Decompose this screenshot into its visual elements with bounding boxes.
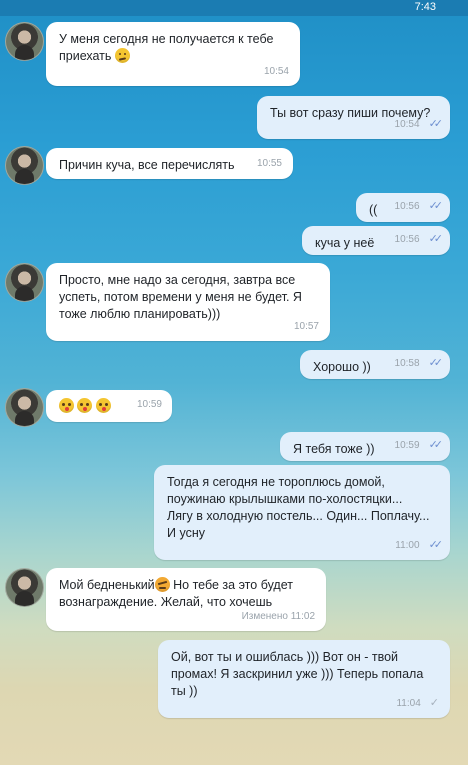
message-bubble-outgoing[interactable]: куча у неё 10:56 ✓✓: [302, 226, 450, 255]
message-time: 10:56 ✓✓: [395, 231, 444, 248]
message-time: 10:59: [136, 399, 162, 410]
message-bubble-outgoing[interactable]: Ой, вот ты и ошиблась ))) Вот он - твой …: [158, 640, 450, 718]
avatar[interactable]: [5, 146, 44, 185]
message-text: У меня сегодня не получается к тебе прие…: [59, 32, 274, 63]
message-bubble-incoming[interactable]: У меня сегодня не получается к тебе прие…: [46, 22, 300, 86]
message-time: 11:04 ✓: [396, 695, 439, 712]
kissing-face-emoji-icon: [95, 398, 111, 413]
message-time: 10:59 ✓✓: [395, 437, 444, 454]
message-text: куча у неё: [315, 236, 375, 250]
message-time: 10:56 ✓✓: [395, 198, 444, 215]
confused-emoji-icon: [114, 48, 130, 63]
message-text: Я тебя тоже )): [293, 442, 375, 456]
message-bubble-outgoing[interactable]: Ты вот сразу пиши почему? 10:54 ✓✓: [257, 96, 450, 139]
message-bubble-outgoing[interactable]: Тогда я сегодня не тороплюсь домой, поуж…: [154, 465, 450, 560]
double-check-icon: ✓✓: [428, 357, 444, 369]
double-check-icon: ✓✓: [428, 439, 444, 451]
message-text-line: Тогда я сегодня не тороплюсь домой,: [167, 475, 385, 489]
message-time: 10:58 ✓✓: [395, 355, 444, 372]
message-time: Изменено 11:02: [241, 611, 315, 622]
double-check-icon: ✓✓: [428, 118, 444, 130]
double-check-icon: ✓✓: [428, 233, 444, 245]
message-bubble-incoming[interactable]: Мой бедненький Но тебе за это будет возн…: [46, 568, 326, 631]
kissing-face-emoji-icon: [59, 398, 74, 413]
message-text-line: поужинаю крылышками по-холостяцки...: [167, 492, 403, 506]
message-time: 10:54: [263, 66, 289, 77]
kissing-face-emoji-icon: [77, 398, 93, 413]
message-text-part: Мой бедненький: [59, 578, 155, 592]
message-time: 10:57: [293, 321, 319, 332]
status-time: 7:43: [414, 1, 436, 13]
message-text: Просто, мне надо за сегодня, завтра все …: [59, 273, 302, 321]
message-bubble-outgoing[interactable]: Я тебя тоже )) 10:59 ✓✓: [280, 432, 450, 461]
double-check-icon: ✓✓: [428, 539, 444, 551]
message-bubble-incoming[interactable]: Просто, мне надо за сегодня, завтра все …: [46, 263, 330, 341]
message-time: 11:00 ✓✓: [395, 537, 444, 554]
status-bar: 7:43: [0, 0, 468, 16]
message-text-line: Лягу в холодную постель... Один... Попла…: [167, 509, 430, 523]
avatar[interactable]: [5, 568, 44, 607]
message-time: 10:55: [256, 158, 282, 169]
avatar[interactable]: [5, 263, 44, 302]
message-bubble-incoming[interactable]: 10:59: [46, 390, 172, 422]
message-bubble-outgoing[interactable]: (( 10:56 ✓✓: [356, 193, 450, 222]
message-text: Хорошо )): [313, 360, 371, 374]
message-text: Причин куча, все перечислять: [59, 158, 235, 172]
single-check-icon: ✓: [429, 697, 439, 709]
message-text: ((: [369, 203, 378, 217]
double-check-icon: ✓✓: [428, 200, 444, 212]
avatar[interactable]: [5, 388, 44, 427]
message-bubble-outgoing[interactable]: Хорошо )) 10:58 ✓✓: [300, 350, 450, 379]
message-text: Ой, вот ты и ошиблась ))) Вот он - твой …: [171, 650, 424, 698]
angry-face-emoji-icon: [154, 577, 170, 592]
avatar[interactable]: [5, 22, 44, 61]
message-bubble-incoming[interactable]: Причин куча, все перечислять 10:55: [46, 148, 293, 179]
message-time: 10:54 ✓✓: [395, 116, 444, 133]
